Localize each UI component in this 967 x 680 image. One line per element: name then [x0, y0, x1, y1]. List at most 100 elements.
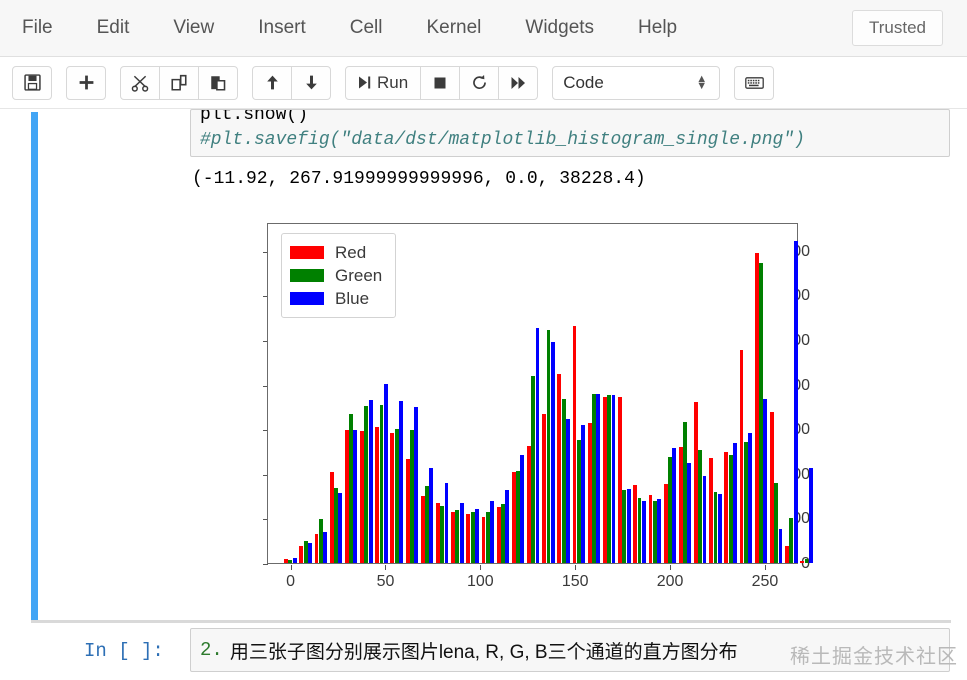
- menu-bar: File Edit View Insert Cell Kernel Widget…: [0, 0, 967, 57]
- histogram-bar: [596, 394, 600, 563]
- toolbar-group-keyboard: [734, 66, 774, 100]
- histogram-bar: [740, 350, 744, 563]
- histogram-bar: [440, 506, 444, 563]
- histogram-bar: [395, 429, 399, 563]
- restart-and-run-all-button[interactable]: [498, 66, 538, 100]
- histogram-bar: [547, 330, 551, 563]
- arrow-down-icon: [303, 74, 320, 91]
- menu-item-widgets[interactable]: Widgets: [509, 11, 610, 45]
- histogram-bar: [451, 512, 455, 563]
- histogram-bar: [482, 517, 486, 563]
- histogram-bar: [293, 558, 297, 563]
- x-tick-label: 250: [752, 573, 779, 591]
- histogram-bar: [664, 484, 668, 563]
- histogram-bar: [520, 455, 524, 563]
- run-button-label: Run: [377, 73, 408, 93]
- legend-entry-blue: Blue: [290, 287, 382, 310]
- toolbar-group-add: [66, 66, 106, 100]
- histogram-bar: [421, 496, 425, 563]
- paste-button[interactable]: [198, 66, 238, 100]
- code-line-show: plt.show(): [200, 109, 940, 128]
- histogram-bar: [390, 433, 394, 563]
- toolbar-group-move: [252, 66, 331, 100]
- histogram-bar: [649, 495, 653, 563]
- x-tick-mark: [385, 565, 386, 570]
- histogram-bar: [475, 509, 479, 563]
- histogram-bar: [466, 514, 470, 563]
- histogram-bar: [323, 532, 327, 563]
- histogram-bar: [729, 455, 733, 563]
- histogram-bar: [414, 407, 418, 563]
- paste-icon: [209, 74, 227, 92]
- toolbar-group-clipboard: [120, 66, 238, 100]
- arrow-up-icon: [264, 74, 281, 91]
- trusted-badge[interactable]: Trusted: [852, 10, 943, 46]
- histogram-bar: [384, 384, 388, 563]
- cell-output-text: (-11.92, 267.91999999999996, 0.0, 38228.…: [192, 169, 646, 189]
- histogram-bar: [501, 504, 505, 563]
- legend-label-green: Green: [335, 266, 382, 286]
- chevron-updown-icon: ▲▼: [696, 76, 707, 90]
- x-tick-label: 200: [657, 573, 684, 591]
- move-cell-down-button[interactable]: [291, 66, 331, 100]
- menu-item-insert[interactable]: Insert: [242, 11, 322, 45]
- histogram-bar: [542, 414, 546, 563]
- code-line-savefig-comment: #plt.savefig("data/dst/matplotlib_histog…: [200, 128, 940, 153]
- histogram-bar: [319, 519, 323, 563]
- legend-label-red: Red: [335, 243, 366, 263]
- histogram-bar: [592, 394, 596, 563]
- histogram-bar: [687, 463, 691, 563]
- histogram-bar: [360, 431, 364, 563]
- histogram-bar: [744, 442, 748, 563]
- move-cell-up-button[interactable]: [252, 66, 292, 100]
- histogram-bar: [668, 457, 672, 563]
- menu-item-file[interactable]: File: [6, 11, 69, 45]
- histogram-bar: [618, 397, 622, 563]
- keyboard-icon: [745, 76, 764, 90]
- histogram-bar: [672, 448, 676, 563]
- histogram-bar: [497, 507, 501, 563]
- menu-item-edit[interactable]: Edit: [81, 11, 146, 45]
- histogram-bar: [288, 560, 292, 563]
- cell-type-value: Code: [563, 73, 604, 93]
- histogram-bar: [445, 483, 449, 563]
- stop-square-icon: [432, 75, 448, 91]
- menu-item-help[interactable]: Help: [622, 11, 693, 45]
- histogram-bar: [627, 489, 631, 563]
- copy-button[interactable]: [159, 66, 199, 100]
- menu-item-cell[interactable]: Cell: [334, 11, 399, 45]
- x-tick-label: 0: [286, 573, 295, 591]
- histogram-bar: [698, 450, 702, 563]
- histogram-bar: [607, 395, 611, 563]
- command-palette-button[interactable]: [734, 66, 774, 100]
- menu-item-kernel[interactable]: Kernel: [410, 11, 497, 45]
- restart-kernel-button[interactable]: [459, 66, 499, 100]
- cell-type-select[interactable]: Code ▲▼: [552, 66, 720, 100]
- histogram-bar: [789, 518, 793, 563]
- histogram-bar: [588, 423, 592, 563]
- interrupt-kernel-button[interactable]: [420, 66, 460, 100]
- histogram-bar: [638, 498, 642, 563]
- input-prompt: In [ ]:: [84, 640, 164, 662]
- x-tick-mark: [765, 565, 766, 570]
- histogram-bar: [714, 492, 718, 563]
- insert-cell-below-button[interactable]: [66, 66, 106, 100]
- histogram-bar: [694, 402, 698, 563]
- menu-item-view[interactable]: View: [157, 11, 230, 45]
- histogram-bar: [334, 488, 338, 563]
- run-button[interactable]: Run: [345, 66, 421, 100]
- code-cell-editor[interactable]: plt.show() #plt.savefig("data/dst/matplo…: [190, 109, 950, 157]
- cut-button[interactable]: [120, 66, 160, 100]
- histogram-bar: [642, 501, 646, 563]
- toolbar-group-save: [12, 66, 52, 100]
- histogram-bar: [581, 425, 585, 563]
- histogram-bar: [512, 472, 516, 563]
- toolbar: Run Code ▲▼: [0, 57, 967, 109]
- cell-divider: [31, 620, 951, 623]
- save-button[interactable]: [12, 66, 52, 100]
- histogram-bar: [657, 499, 661, 563]
- copy-icon: [170, 74, 188, 92]
- histogram-bar: [455, 510, 459, 563]
- scissors-icon: [131, 74, 149, 92]
- histogram-bar: [633, 485, 637, 563]
